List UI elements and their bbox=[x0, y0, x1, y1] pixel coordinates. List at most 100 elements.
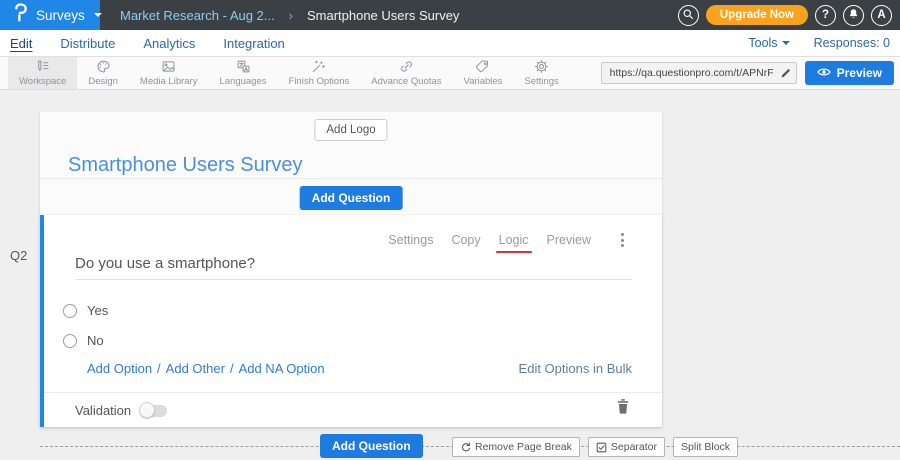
toolbar-item-label: Languages bbox=[219, 76, 266, 87]
help-button[interactable]: ? bbox=[815, 5, 836, 26]
toolbar-item-advance-quotas[interactable]: Advance Quotas bbox=[360, 57, 452, 89]
toolbar-item-label: Design bbox=[88, 76, 118, 87]
toolbar-right: Preview bbox=[601, 57, 900, 89]
tab-distribute[interactable]: Distribute bbox=[60, 36, 115, 51]
survey-url-box bbox=[601, 62, 797, 84]
toolbar-item-label: Settings bbox=[524, 76, 558, 87]
question-tab-preview[interactable]: Preview bbox=[547, 233, 591, 247]
magic-wand-icon bbox=[311, 59, 326, 74]
add-option-link[interactable]: Add Option bbox=[87, 361, 152, 376]
tools-menu[interactable]: Tools bbox=[748, 36, 789, 50]
tab-edit[interactable]: Edit bbox=[10, 36, 32, 51]
palette-icon bbox=[96, 59, 111, 74]
radio-button[interactable] bbox=[63, 334, 77, 348]
toolbar-item-finish-options[interactable]: Finish Options bbox=[278, 57, 361, 89]
add-question-button-top[interactable]: Add Question bbox=[300, 186, 403, 210]
translate-icon bbox=[236, 59, 251, 74]
pencil-icon bbox=[780, 67, 792, 79]
question-card: Settings Copy Logic Preview Do you use a… bbox=[40, 215, 662, 427]
validation-row: Validation bbox=[75, 403, 167, 418]
avatar[interactable]: A bbox=[871, 5, 892, 26]
notifications-button[interactable] bbox=[843, 5, 864, 26]
radio-button[interactable] bbox=[63, 304, 77, 318]
add-option-links: Add Option / Add Other / Add NA Option bbox=[87, 361, 325, 376]
topbar-actions: Upgrade Now ? A bbox=[678, 5, 900, 26]
question-tab-copy[interactable]: Copy bbox=[451, 233, 480, 247]
survey-url-input[interactable] bbox=[602, 67, 776, 79]
edit-options-in-bulk-link[interactable]: Edit Options in Bulk bbox=[519, 361, 632, 376]
link-separator: / bbox=[230, 361, 234, 376]
workspace-toolbar: Workspace Design Media Library Languages… bbox=[0, 57, 900, 90]
toolbar-item-languages[interactable]: Languages bbox=[208, 57, 277, 89]
toolbar-item-design[interactable]: Design bbox=[77, 57, 129, 89]
avatar-initial: A bbox=[877, 9, 885, 21]
nav-right: Tools Responses: 0 bbox=[748, 36, 900, 50]
breadcrumb-current: Smartphone Users Survey bbox=[307, 8, 459, 23]
workspace-icon bbox=[35, 59, 50, 74]
add-na-option-link[interactable]: Add NA Option bbox=[239, 361, 325, 376]
link-separator: / bbox=[157, 361, 161, 376]
nav-bar: Edit Distribute Analytics Integration To… bbox=[0, 30, 900, 57]
split-block-label: Split Block bbox=[681, 441, 730, 453]
toolbar-item-settings[interactable]: Settings bbox=[513, 57, 569, 89]
brand-label: Surveys bbox=[36, 8, 85, 23]
toolbar-item-workspace[interactable]: Workspace bbox=[8, 57, 77, 89]
chevron-down-icon bbox=[94, 13, 102, 17]
surveys-menu[interactable]: Surveys bbox=[0, 0, 100, 30]
validation-label: Validation bbox=[75, 403, 131, 418]
toolbar-item-label: Media Library bbox=[140, 76, 198, 87]
eye-icon bbox=[817, 66, 831, 80]
upgrade-now-button[interactable]: Upgrade Now bbox=[706, 5, 808, 25]
remove-page-break-label: Remove Page Break bbox=[475, 441, 572, 453]
validation-toggle[interactable] bbox=[141, 405, 167, 417]
toolbar-item-label: Variables bbox=[464, 76, 503, 87]
questionpro-logo-icon bbox=[13, 3, 28, 27]
add-question-button-bottom[interactable]: Add Question bbox=[320, 434, 423, 458]
remove-page-break-button[interactable]: Remove Page Break bbox=[452, 437, 580, 457]
bell-icon bbox=[848, 8, 859, 23]
question-text[interactable]: Do you use a smartphone? bbox=[75, 255, 632, 280]
tools-label: Tools bbox=[748, 36, 777, 50]
divider bbox=[40, 178, 662, 179]
tab-analytics[interactable]: Analytics bbox=[143, 36, 195, 51]
option-label[interactable]: Yes bbox=[87, 303, 108, 318]
search-button[interactable] bbox=[678, 5, 699, 26]
breadcrumb: Market Research - Aug 2... › Smartphone … bbox=[120, 8, 459, 23]
tab-integration[interactable]: Integration bbox=[223, 36, 284, 51]
delete-question-button[interactable] bbox=[616, 398, 630, 420]
survey-title[interactable]: Smartphone Users Survey bbox=[68, 154, 303, 177]
question-mark-icon: ? bbox=[822, 9, 829, 21]
more-options-icon[interactable] bbox=[619, 231, 626, 249]
preview-label: Preview bbox=[837, 66, 882, 80]
answer-option-row: Yes bbox=[63, 303, 108, 318]
preview-button[interactable]: Preview bbox=[805, 61, 894, 85]
option-label[interactable]: No bbox=[87, 333, 104, 348]
search-icon bbox=[682, 8, 694, 23]
edit-url-button[interactable] bbox=[776, 67, 796, 79]
add-logo-button[interactable]: Add Logo bbox=[314, 119, 387, 141]
split-block-button[interactable]: Split Block bbox=[673, 437, 738, 457]
toolbar-item-label: Finish Options bbox=[289, 76, 350, 87]
breadcrumb-separator: › bbox=[289, 8, 293, 23]
question-tab-settings[interactable]: Settings bbox=[388, 233, 433, 247]
separator-button[interactable]: Separator bbox=[588, 437, 665, 457]
answer-option-row: No bbox=[63, 333, 104, 348]
question-tab-logic[interactable]: Logic bbox=[499, 233, 529, 247]
responses-count[interactable]: Responses: 0 bbox=[814, 36, 890, 50]
separator-label: Separator bbox=[611, 441, 657, 453]
question-action-tabs: Settings Copy Logic Preview bbox=[388, 231, 626, 249]
toolbar-item-media-library[interactable]: Media Library bbox=[129, 57, 209, 89]
chevron-down-icon bbox=[782, 41, 790, 45]
add-other-link[interactable]: Add Other bbox=[166, 361, 225, 376]
divider bbox=[44, 392, 662, 393]
trash-icon bbox=[616, 398, 630, 415]
toolbar-item-label: Advance Quotas bbox=[371, 76, 441, 87]
checkbox-checked-icon bbox=[596, 442, 607, 453]
page-break-actions: Remove Page Break Separator Split Block bbox=[452, 437, 738, 457]
breadcrumb-folder[interactable]: Market Research - Aug 2... bbox=[120, 8, 275, 23]
toolbar-item-variables[interactable]: Variables bbox=[453, 57, 514, 89]
survey-header-card: Add Logo Smartphone Users Survey Add Que… bbox=[40, 112, 662, 215]
sync-icon bbox=[460, 442, 471, 453]
topbar: Surveys Market Research - Aug 2... › Sma… bbox=[0, 0, 900, 30]
gear-icon bbox=[534, 59, 549, 74]
